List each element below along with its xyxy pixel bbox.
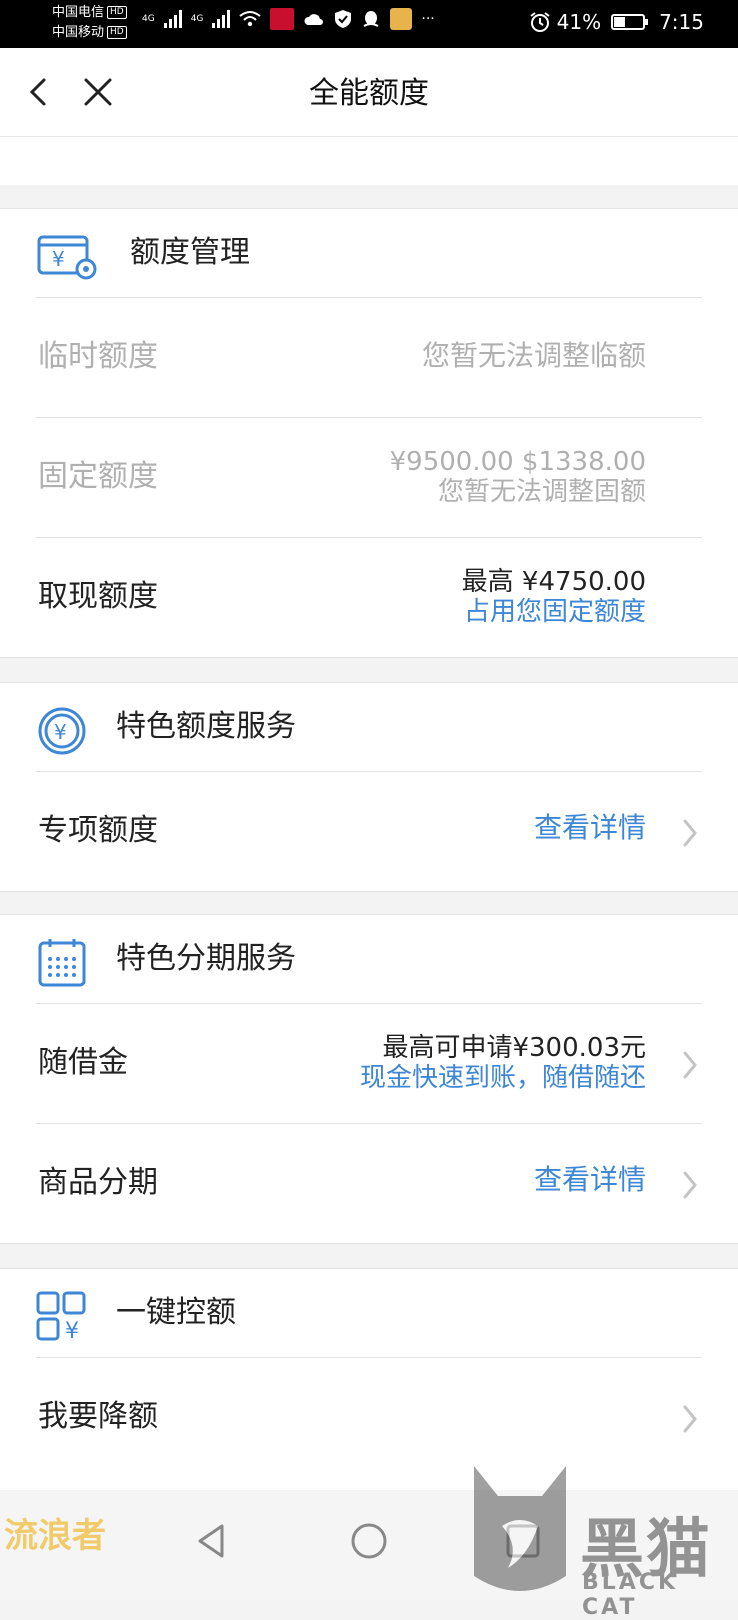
system-nav-bar: 流浪者 黑猫 BLACK CAT [0, 1466, 738, 1620]
battery-icon [611, 14, 649, 30]
row-value: 最高 ¥4750.00 [461, 567, 646, 597]
signal-icon [212, 10, 231, 28]
reduce-quota-row[interactable]: 我要降额 [0, 1357, 738, 1477]
watermark-right: 黑猫 BLACK CAT [468, 1466, 738, 1620]
grid-yuan-icon: ¥ [36, 1291, 86, 1343]
goods-installment-row[interactable]: 商品分期 查看详情 [0, 1123, 738, 1243]
svg-text:¥: ¥ [52, 247, 65, 271]
special-quota-card: ¥ 特色额度服务 专项额度 查看详情 [0, 682, 738, 892]
divider [36, 537, 702, 538]
row-note: 现金快速到账，随借随还 [359, 1063, 646, 1093]
row-value-group: ¥9500.00 $1338.00 您暂无法调整固额 [390, 447, 646, 507]
row-label: 我要降额 [38, 1399, 158, 1434]
svg-text:¥: ¥ [54, 720, 67, 744]
app-notification-icon [390, 8, 413, 30]
app-notification-icon [270, 8, 295, 30]
row-note-link[interactable]: 占用您固定额度 [462, 597, 646, 627]
row-label: 固定额度 [38, 459, 158, 494]
cash-quota-row: 取现额度 最高 ¥4750.00 占用您固定额度 [0, 537, 738, 657]
page-title: 全能额度 [309, 76, 429, 111]
section-title: 一键控额 [116, 1295, 236, 1330]
row-label: 商品分期 [38, 1165, 158, 1200]
header-spacer [0, 137, 738, 185]
wifi-icon [239, 11, 262, 27]
one-click-control-card: ¥ 一键控额 我要降额 [0, 1268, 738, 1491]
system-back-icon[interactable] [188, 1518, 234, 1564]
calendar-icon [38, 939, 86, 987]
view-details-link[interactable]: 查看详情 [534, 813, 646, 843]
qq-icon [363, 11, 379, 27]
battery-percent: 41% [556, 10, 602, 34]
wallet-settings-icon: ¥ [37, 235, 97, 280]
watermark-right-en: BLACK CAT [582, 1570, 679, 1620]
row-label: 临时额度 [38, 339, 158, 374]
chevron-right-icon [683, 1051, 697, 1079]
divider [36, 1357, 702, 1358]
section-header: ¥ 一键控额 [0, 1269, 738, 1357]
section-title: 特色额度服务 [116, 709, 296, 744]
section-header: 特色分期服务 [0, 915, 738, 1003]
section-title: 额度管理 [130, 235, 250, 270]
clock: 7:15 [659, 10, 704, 34]
row-label: 取现额度 [38, 579, 158, 614]
yuan-coin-icon: ¥ [38, 707, 86, 755]
carrier-2: 中国移动 [52, 25, 105, 40]
divider [36, 297, 702, 298]
hd-badge: HD [107, 26, 127, 39]
nav-bar: 全能额度 [0, 48, 738, 137]
shield-icon [335, 10, 352, 28]
fixed-quota-row: 固定额度 ¥9500.00 $1338.00 您暂无法调整固额 [0, 417, 738, 537]
row-label: 随借金 [38, 1045, 128, 1080]
system-home-icon[interactable] [346, 1518, 392, 1564]
alarm-icon [530, 12, 550, 32]
row-value-group: 最高可申请¥300.03元 现金快速到账，随借随还 [360, 1033, 646, 1093]
watermark-left: 流浪者 [4, 1516, 106, 1556]
network-type-2: 4G [190, 14, 204, 24]
section-title: 特色分期服务 [116, 941, 296, 976]
cloud-icon [304, 14, 324, 25]
row-value: ¥9500.00 $1338.00 [389, 447, 646, 477]
divider [36, 417, 702, 418]
section-header: ¥ 特色额度服务 [0, 683, 738, 771]
chevron-right-icon [683, 1171, 697, 1199]
temp-quota-row: 临时额度 您暂无法调整临额 [0, 297, 738, 417]
status-icons: 4G 4G ··· [142, 8, 435, 30]
status-right: 41% 7:15 [529, 10, 704, 34]
status-bar: 中国电信 HD 中国移动 HD 4G 4G ··· 41% 7:15 [0, 0, 738, 48]
row-value: 您暂无法调整临额 [421, 339, 646, 372]
borrow-row[interactable]: 随借金 最高可申请¥300.03元 现金快速到账，随借随还 [0, 1003, 738, 1123]
row-note: 您暂无法调整固额 [437, 477, 646, 507]
quota-management-card: ¥ 额度管理 临时额度 您暂无法调整临额 固定额度 ¥9500.00 $1338… [0, 208, 738, 658]
row-value: 最高可申请¥300.03元 [382, 1033, 646, 1063]
carrier-info: 中国电信 HD 中国移动 HD [52, 3, 127, 43]
installment-card: 特色分期服务 随借金 最高可申请¥300.03元 现金快速到账，随借随还 商品分… [0, 914, 738, 1244]
network-type-1: 4G [142, 14, 155, 24]
chevron-right-icon [683, 819, 697, 847]
cat-logo-icon [474, 1466, 566, 1591]
more-notifications-icon: ··· [421, 11, 435, 27]
chevron-right-icon [683, 1405, 697, 1433]
section-header: ¥ 额度管理 [0, 209, 738, 297]
view-details-link[interactable]: 查看详情 [534, 1165, 646, 1195]
divider [36, 1003, 702, 1004]
svg-text:¥: ¥ [65, 1319, 79, 1343]
carrier-1: 中国电信 [52, 5, 105, 20]
row-value-group: 最高 ¥4750.00 占用您固定额度 [462, 567, 646, 627]
hd-badge: HD [107, 6, 127, 19]
divider [36, 1123, 702, 1124]
divider [36, 771, 702, 772]
signal-icon [163, 10, 182, 28]
special-quota-row[interactable]: 专项额度 查看详情 [0, 771, 738, 891]
row-label: 专项额度 [38, 813, 158, 848]
